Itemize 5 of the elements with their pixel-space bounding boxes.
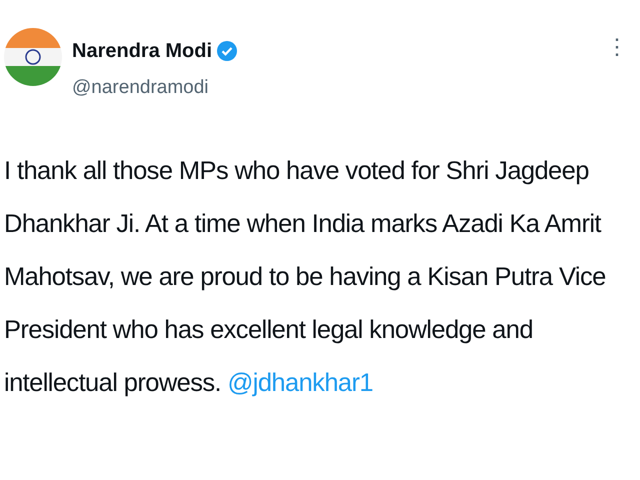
more-button[interactable]: ⋮	[606, 36, 628, 58]
flag-avatar[interactable]	[4, 28, 62, 86]
author-name[interactable]: Narendra Modi	[72, 36, 212, 66]
tweet-text: I thank all those MPs who have voted for Shri Jagdeep Dhankhar Ji. At a time when India marks Azadi Ka Amrit Mahotsav, we are proud to be having a Kisan Putra Vice President who has excellent legal knowledge and intellectual prowess. @jdhankhar1	[4, 156, 607, 398]
author-handle[interactable]: @narendramodi	[72, 74, 238, 102]
